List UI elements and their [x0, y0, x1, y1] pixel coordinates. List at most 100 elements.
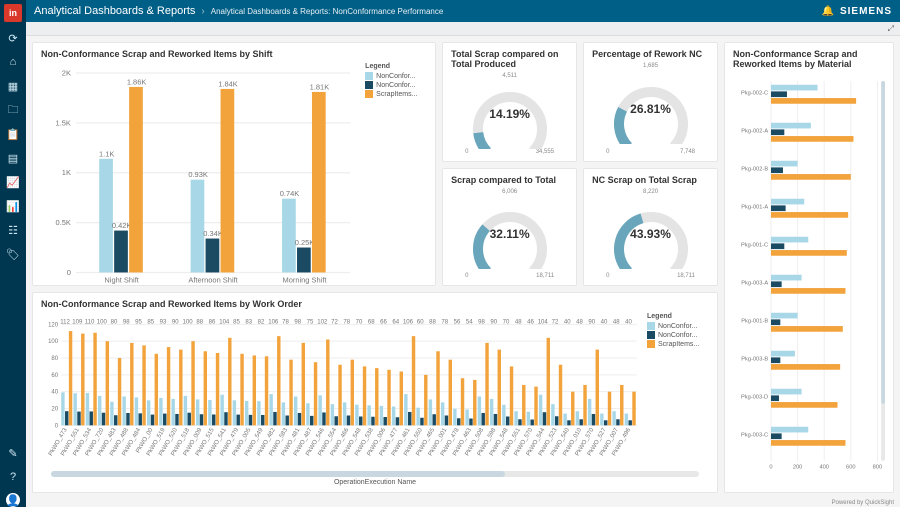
svg-text:104: 104	[219, 319, 230, 325]
left-nav: in ⟳ ⌂ ▦ 🗀 📋 ▤ 📈 📊 ☷ 🏷 ✎ ? 👤	[0, 0, 26, 507]
svg-text:78: 78	[343, 319, 350, 325]
legend-item: ScrapItems...	[365, 90, 427, 98]
svg-text:0.42K: 0.42K	[112, 221, 132, 230]
svg-text:0.93K: 0.93K	[188, 170, 208, 179]
svg-text:106: 106	[268, 319, 279, 325]
sub-bar: ⤢	[26, 22, 900, 36]
refresh-icon[interactable]: ⟳	[5, 30, 21, 46]
svg-text:48: 48	[613, 319, 620, 325]
svg-text:600: 600	[846, 465, 856, 471]
svg-text:54: 54	[466, 319, 473, 325]
legend-shift: Legend NonConfor...NonConfor...ScrapItem…	[365, 63, 427, 300]
tag-icon[interactable]: 🏷	[5, 246, 21, 262]
svg-text:66: 66	[380, 319, 387, 325]
chart-workorder-title: Non-Conformance Scrap and Reworked Items…	[41, 299, 709, 309]
svg-text:0: 0	[67, 268, 71, 277]
axis-label-wo: OperationExecution Name	[41, 479, 709, 486]
svg-text:56: 56	[454, 319, 461, 325]
svg-text:106: 106	[403, 319, 414, 325]
svg-text:72: 72	[331, 319, 338, 325]
chart-shift: Non-Conformance Scrap and Reworked Items…	[32, 42, 436, 286]
svg-text:68: 68	[368, 319, 375, 325]
clipboard-icon[interactable]: 📋	[5, 126, 21, 142]
scrollbar[interactable]	[51, 471, 699, 477]
chevron-right-icon: ›	[201, 6, 204, 17]
gauge-2: Scrap compared to Total 6,006 32.11% 018…	[442, 168, 577, 286]
svg-text:70: 70	[356, 319, 363, 325]
brand-logo: SIEMENS	[840, 6, 892, 17]
svg-text:80: 80	[111, 319, 118, 325]
svg-text:0.5K: 0.5K	[56, 218, 71, 227]
svg-text:104: 104	[538, 319, 549, 325]
chart-workorder-plot: 020406080100120112PkWO_473109PkWO_551110…	[41, 313, 647, 469]
gauge-0: Total Scrap compared on Total Produced 4…	[442, 42, 577, 162]
grid-icon[interactable]: ▤	[5, 150, 21, 166]
chart-workorder: Non-Conformance Scrap and Reworked Items…	[32, 292, 718, 493]
svg-text:Pkg-002-A: Pkg-002-A	[741, 129, 768, 135]
svg-text:90: 90	[490, 319, 497, 325]
svg-text:83: 83	[245, 319, 252, 325]
svg-text:0: 0	[55, 423, 59, 429]
svg-text:40: 40	[564, 319, 571, 325]
svg-text:120: 120	[48, 322, 59, 328]
svg-text:48: 48	[576, 319, 583, 325]
edit-icon[interactable]: ✎	[5, 445, 21, 461]
legend-workorder: Legend NonConfor...NonConfor...ScrapItem…	[647, 313, 709, 469]
chart-material-plot: 0200400600800Pkg-002-CPkg-002-APkg-002-B…	[733, 73, 885, 486]
svg-text:2K: 2K	[62, 68, 71, 77]
svg-text:112: 112	[60, 319, 70, 325]
top-bar: Analytical Dashboards & Reports › Analyt…	[26, 0, 900, 22]
svg-text:0: 0	[769, 465, 772, 471]
svg-text:0.74K: 0.74K	[280, 189, 300, 198]
svg-text:1.81K: 1.81K	[310, 82, 330, 91]
svg-text:102: 102	[317, 319, 328, 325]
chart-line-icon[interactable]: 📈	[5, 174, 21, 190]
svg-text:1.86K: 1.86K	[127, 77, 147, 86]
legend-item: NonConfor...	[365, 72, 427, 80]
gauge-grid: Total Scrap compared on Total Produced 4…	[442, 42, 718, 286]
svg-text:98: 98	[478, 319, 485, 325]
chart-material: Non-Conformance Scrap and Reworked Items…	[724, 42, 894, 493]
svg-text:40: 40	[625, 319, 632, 325]
svg-text:Pkg-002-B: Pkg-002-B	[741, 167, 768, 173]
dashboard-icon[interactable]: ▦	[5, 78, 21, 94]
svg-text:78: 78	[441, 319, 448, 325]
svg-text:80: 80	[51, 356, 58, 362]
svg-text:98: 98	[123, 319, 130, 325]
svg-text:40: 40	[51, 390, 58, 396]
svg-text:75: 75	[307, 319, 314, 325]
svg-text:48: 48	[515, 319, 522, 325]
svg-text:800: 800	[873, 465, 883, 471]
app-title: Analytical Dashboards & Reports	[34, 5, 195, 17]
chart-material-title: Non-Conformance Scrap and Reworked Items…	[733, 49, 885, 69]
table-icon[interactable]: ☷	[5, 222, 21, 238]
gauge-1: Percentage of Rework NC 1,685 26.81% 07,…	[583, 42, 718, 162]
home-icon[interactable]: ⌂	[5, 54, 21, 70]
app-logo-icon[interactable]: in	[4, 4, 22, 22]
expand-icon[interactable]: ⤢	[888, 24, 894, 34]
svg-text:60: 60	[51, 373, 58, 379]
svg-text:95: 95	[135, 319, 142, 325]
chart-bar-icon[interactable]: 📊	[5, 198, 21, 214]
svg-text:Afternoon Shift: Afternoon Shift	[188, 275, 238, 284]
legend-item: NonConfor...	[365, 81, 427, 89]
svg-text:86: 86	[209, 319, 216, 325]
legend-item: ScrapItems...	[647, 340, 709, 348]
bell-icon[interactable]: 🔔	[822, 6, 834, 17]
user-icon[interactable]: 👤	[6, 493, 20, 507]
svg-text:85: 85	[147, 319, 154, 325]
svg-text:1K: 1K	[62, 168, 71, 177]
folder-icon[interactable]: 🗀	[5, 102, 21, 118]
svg-text:100: 100	[97, 319, 108, 325]
help-icon[interactable]: ?	[5, 469, 21, 485]
gauge-title: Scrap compared to Total	[451, 175, 568, 185]
svg-text:90: 90	[172, 319, 179, 325]
svg-text:98: 98	[294, 319, 301, 325]
svg-text:88: 88	[196, 319, 203, 325]
main: Analytical Dashboards & Reports › Analyt…	[26, 0, 900, 507]
svg-text:Pkg-003-B: Pkg-003-B	[741, 357, 768, 363]
footer: Powered by QuickSight	[26, 499, 900, 507]
svg-text:40: 40	[601, 319, 608, 325]
chart-shift-title: Non-Conformance Scrap and Reworked Items…	[41, 49, 427, 59]
svg-text:Pkg-001-B: Pkg-001-B	[741, 319, 768, 325]
